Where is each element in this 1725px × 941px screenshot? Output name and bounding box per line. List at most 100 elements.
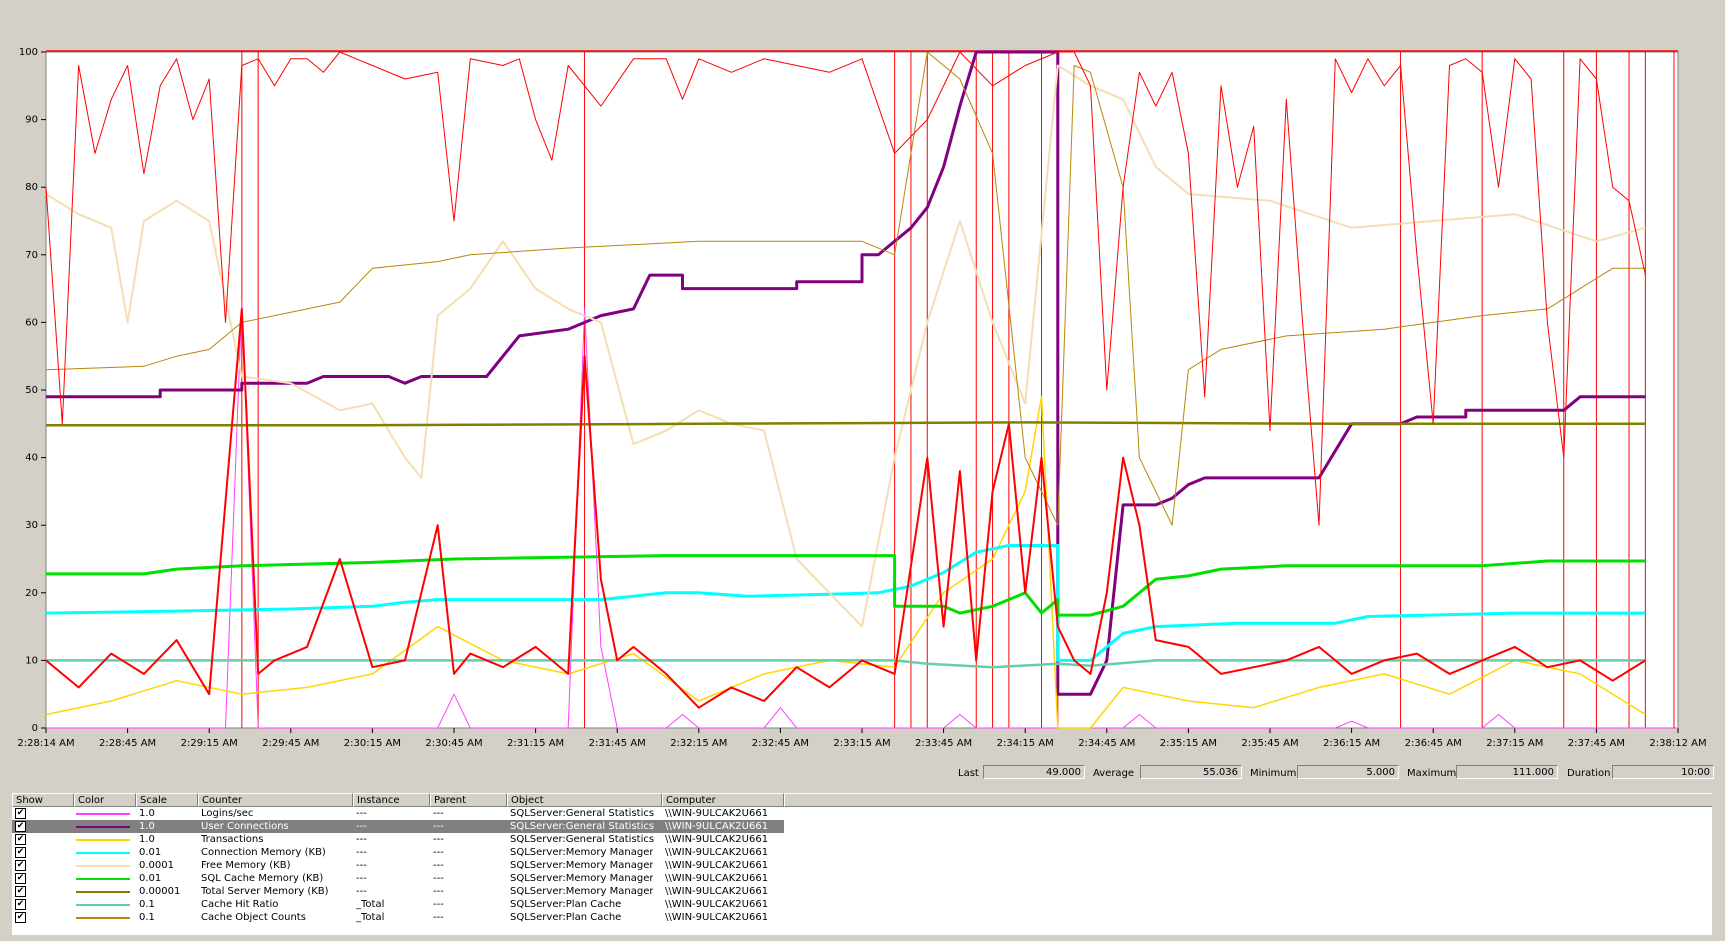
header-parent[interactable]: Parent (430, 793, 507, 807)
legend-cell-scale: 0.00001 (139, 886, 181, 897)
x-tick-label: 2:29:45 AM (262, 738, 319, 749)
legend-row[interactable]: ✔ 0.00001 Total Server Memory (KB) --- --- SQ… (12, 885, 784, 898)
legend-cell-parent: --- (433, 873, 444, 884)
color-swatch (76, 917, 130, 919)
color-swatch (76, 826, 130, 828)
legend-cell-counter: Cache Object Counts (201, 912, 306, 923)
minimum-label: Minimum (1250, 768, 1297, 779)
header-filler (784, 793, 1712, 807)
legend-cell-computer: \\WIN-9ULCAK2U661 (665, 912, 769, 923)
show-checkbox[interactable]: ✔ (15, 899, 26, 910)
y-tick-label: 20 (25, 588, 38, 599)
show-checkbox[interactable]: ✔ (15, 834, 26, 845)
legend-row[interactable]: ✔ 1.0 Transactions --- --- SQLServer:General … (12, 833, 784, 846)
legend-cell-computer: \\WIN-9ULCAK2U661 (665, 860, 769, 871)
x-tick-label: 2:38:12 AM (1649, 738, 1706, 749)
show-checkbox[interactable]: ✔ (15, 873, 26, 884)
legend-cell-parent: --- (433, 912, 444, 923)
legend-cell-computer: \\WIN-9ULCAK2U661 (665, 834, 769, 845)
legend-row[interactable]: ✔ 0.1 Cache Hit Ratio _Total --- SQLServer:Pl… (12, 898, 784, 911)
show-checkbox[interactable]: ✔ (15, 808, 26, 819)
duration-value: 10:00 (1612, 765, 1714, 779)
header-color[interactable]: Color (74, 793, 136, 807)
header-show[interactable]: Show (12, 793, 74, 807)
legend-row[interactable]: ✔ 0.1 Cache Object Counts _Total --- SQLServe… (12, 911, 784, 924)
x-tick-label: 2:28:14 AM (17, 738, 74, 749)
y-tick-label: 60 (25, 317, 38, 328)
legend-cell-object: SQLServer:Memory Manager (510, 873, 654, 884)
legend-cell-counter: Logins/sec (201, 808, 254, 819)
chart-canvas[interactable]: 0 10 20 30 40 50 60 70 80 90 100 2:28:14 AM 2:28:45 … (0, 0, 1725, 760)
legend-cell-scale: 1.0 (139, 821, 155, 832)
legend-cell-scale: 0.01 (139, 873, 162, 884)
legend-cell-instance: --- (356, 886, 367, 897)
legend-cell-counter: Connection Memory (KB) (201, 847, 326, 858)
legend-cell-object: SQLServer:Plan Cache (510, 912, 622, 923)
y-tick-label: 40 (25, 453, 38, 464)
minimum-value: 5.000 (1297, 765, 1399, 779)
legend-cell-instance: --- (356, 847, 367, 858)
y-tick-label: 100 (19, 47, 38, 58)
legend-cell-scale: 1.0 (139, 808, 155, 819)
show-checkbox[interactable]: ✔ (15, 860, 26, 871)
legend-cell-computer: \\WIN-9ULCAK2U661 (665, 808, 769, 819)
legend-row[interactable]: ✔ 0.01 SQL Cache Memory (KB) --- --- SQLServe… (12, 872, 784, 885)
counter-legend-list[interactable]: Show Color Scale Counter Instance Parent… (12, 793, 1712, 935)
show-checkbox[interactable]: ✔ (15, 847, 26, 858)
legend-cell-parent: --- (433, 834, 444, 845)
maximum-value: 111.000 (1456, 765, 1558, 779)
x-tick-label: 2:33:45 AM (915, 738, 972, 749)
last-label: Last (958, 768, 979, 779)
legend-cell-counter: Free Memory (KB) (201, 860, 291, 871)
legend-cell-counter: Cache Hit Ratio (201, 899, 279, 910)
header-object[interactable]: Object (507, 793, 662, 807)
legend-cell-object: SQLServer:Plan Cache (510, 899, 622, 910)
legend-cell-scale: 1.0 (139, 834, 155, 845)
show-checkbox[interactable]: ✔ (15, 886, 26, 897)
x-tick-label: 2:31:45 AM (589, 738, 646, 749)
legend-cell-object: SQLServer:General Statistics (510, 834, 655, 845)
performance-chart[interactable]: 0 10 20 30 40 50 60 70 80 90 100 2:28:14 AM 2:28:45 … (0, 0, 1725, 760)
legend-cell-instance: --- (356, 808, 367, 819)
legend-cell-scale: 0.01 (139, 847, 162, 858)
y-tick-label: 10 (25, 655, 38, 666)
x-tick-label: 2:32:45 AM (752, 738, 809, 749)
x-tick-label: 2:30:45 AM (425, 738, 482, 749)
legend-row[interactable]: ✔ 0.0001 Free Memory (KB) --- --- SQLServer:M… (12, 859, 784, 872)
legend-row[interactable]: ✔ 1.0 Logins/sec --- --- SQLServer:General St… (12, 807, 784, 820)
legend-cell-instance: --- (356, 873, 367, 884)
legend-cell-object: SQLServer:Memory Manager (510, 886, 654, 897)
header-computer[interactable]: Computer (662, 793, 784, 807)
x-tick-label: 2:33:15 AM (833, 738, 890, 749)
x-tick-label: 2:34:15 AM (997, 738, 1054, 749)
y-tick-label: 30 (25, 520, 38, 531)
show-checkbox[interactable]: ✔ (15, 821, 26, 832)
x-tick-label: 2:32:15 AM (670, 738, 727, 749)
y-tick-label: 50 (25, 385, 38, 396)
x-tick-label: 2:34:45 AM (1078, 738, 1135, 749)
legend-cell-instance: --- (356, 834, 367, 845)
legend-cell-computer: \\WIN-9ULCAK2U661 (665, 886, 769, 897)
legend-cell-instance: _Total (356, 912, 385, 923)
color-swatch (76, 878, 130, 880)
header-counter[interactable]: Counter (198, 793, 353, 807)
legend-cell-scale: 0.0001 (139, 860, 174, 871)
legend-header: Show Color Scale Counter Instance Parent… (12, 793, 1712, 807)
show-checkbox[interactable]: ✔ (15, 912, 26, 923)
color-swatch (76, 852, 130, 854)
x-tick-label: 2:35:15 AM (1160, 738, 1217, 749)
x-tick-label: 2:37:45 AM (1568, 738, 1625, 749)
legend-row[interactable]: ✔ 1.0 User Connections --- --- SQLServer:Gene… (12, 820, 784, 833)
header-instance[interactable]: Instance (353, 793, 430, 807)
header-scale[interactable]: Scale (136, 793, 198, 807)
legend-cell-counter: User Connections (201, 821, 289, 832)
x-tick-label: 2:36:45 AM (1405, 738, 1462, 749)
legend-cell-parent: --- (433, 808, 444, 819)
maximum-label: Maximum (1407, 768, 1457, 779)
legend-cell-object: SQLServer:General Statistics (510, 821, 655, 832)
x-tick-label: 2:28:45 AM (99, 738, 156, 749)
legend-cell-object: SQLServer:Memory Manager (510, 860, 654, 871)
x-tick-label: 2:31:15 AM (507, 738, 564, 749)
legend-cell-counter: SQL Cache Memory (KB) (201, 873, 324, 884)
legend-row[interactable]: ✔ 0.01 Connection Memory (KB) --- --- SQLServ… (12, 846, 784, 859)
